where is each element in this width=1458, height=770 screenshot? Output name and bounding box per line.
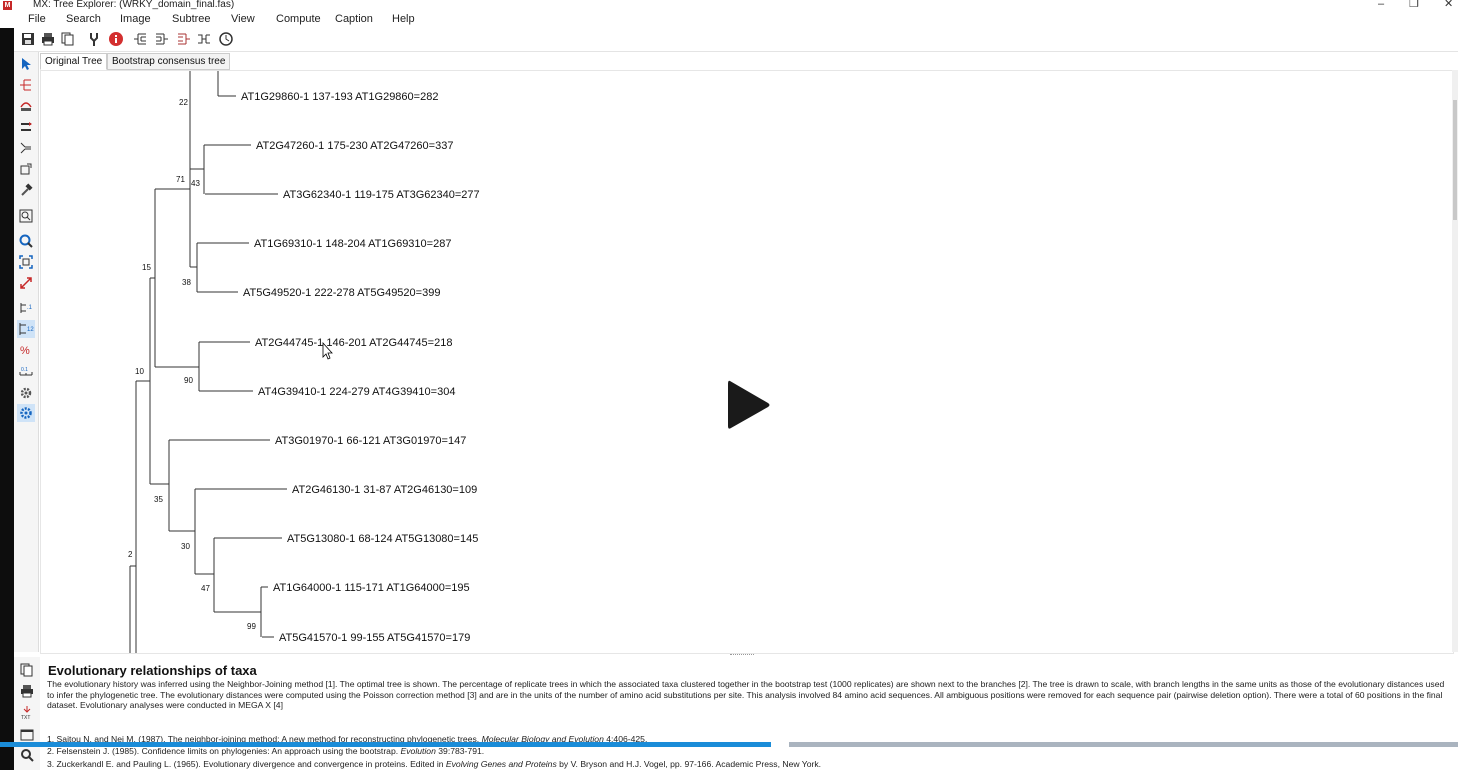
subtree-icon[interactable] [19, 162, 33, 176]
branch-length-icon[interactable]: .1 [19, 301, 33, 315]
taxon-label[interactable]: AT3G62340-1 119-175 AT3G62340=277 [283, 189, 480, 201]
taxon-label[interactable]: AT5G13080-1 68-124 AT5G13080=145 [287, 533, 478, 545]
tree-canvas[interactable]: AT1G29860-1 137-193 AT1G29860=282 AT2G472… [40, 70, 1454, 654]
percent-icon[interactable]: % [19, 343, 33, 357]
menu-subtree[interactable]: Subtree [172, 12, 211, 26]
restore-button[interactable]: ❐ [1409, 0, 1419, 10]
taxon-label[interactable]: AT1G64000-1 115-171 AT1G64000=195 [273, 582, 470, 594]
svg-text:12: 12 [27, 327, 34, 333]
menu-help[interactable]: Help [392, 12, 415, 26]
reference-item: 2. Felsenstein J. (1985). Confidence lim… [47, 746, 485, 757]
taxon-label[interactable]: AT1G29860-1 137-193 AT1G29860=282 [241, 91, 438, 103]
phylogenetic-tree[interactable]: AT1G29860-1 137-193 AT1G29860=282 AT2G472… [41, 71, 1453, 653]
bootstrap-value[interactable]: 22 [179, 98, 188, 107]
menu-caption[interactable]: Caption [335, 12, 373, 26]
caption-toolbar: TXT [14, 657, 41, 770]
tree-style-icon-3[interactable] [176, 31, 192, 47]
svg-text:%: % [20, 345, 30, 357]
taxon-label[interactable]: AT2G44745-1 146-201 AT2G44745=218 [255, 337, 452, 349]
taxon-label[interactable]: AT3G01970-1 66-121 AT3G01970=147 [275, 435, 466, 447]
clock-icon[interactable] [218, 31, 234, 47]
tab-original-tree[interactable]: Original Tree [40, 53, 108, 70]
close-button[interactable]: ✕ [1444, 0, 1453, 10]
taxon-label[interactable]: AT5G49520-1 222-278 AT5G49520=399 [243, 287, 440, 299]
tree-vertical-scrollbar[interactable] [1452, 70, 1458, 652]
menu-bar: File Search Image Subtree View Compute C… [0, 11, 1458, 28]
save-icon[interactable] [20, 31, 36, 47]
taxon-label[interactable]: AT1G69310-1 148-204 AT1G69310=287 [254, 238, 451, 250]
bootstrap-value[interactable]: 35 [154, 495, 163, 504]
left-edge-strip [0, 0, 14, 770]
export-txt-icon[interactable]: TXT [20, 705, 34, 721]
caption-body: The evolutionary history was inferred us… [47, 679, 1445, 711]
copy-icon[interactable] [20, 663, 34, 677]
search-text-icon[interactable] [19, 209, 33, 223]
caption-panel: Evolutionary relationships of taxa The e… [40, 657, 1458, 770]
bootstrap-value[interactable]: 47 [201, 584, 210, 593]
copy-icon[interactable] [60, 31, 76, 47]
taxon-label[interactable]: AT4G39410-1 224-279 AT4G39410=304 [258, 386, 455, 398]
play-icon[interactable] [726, 378, 772, 432]
svg-text:.1: .1 [27, 305, 33, 311]
menu-view[interactable]: View [231, 12, 255, 26]
taxon-label[interactable]: AT2G47260-1 175-230 AT2G47260=337 [256, 140, 453, 152]
scale-bar-icon[interactable]: 0.1 [19, 365, 33, 379]
root-icon[interactable] [19, 78, 33, 92]
taxon-label[interactable]: AT2G46130-1 31-87 AT2G46130=109 [292, 484, 477, 496]
swap-icon[interactable] [19, 120, 33, 134]
zoom-icon[interactable] [20, 748, 34, 762]
bootstrap-value[interactable]: 71 [176, 175, 185, 184]
reference-item: 3. Zuckerkandl E. and Pauling L. (1965).… [47, 758, 822, 769]
menu-search[interactable]: Search [66, 12, 101, 26]
options-icon[interactable] [86, 31, 102, 47]
bootstrap-value[interactable]: 10 [135, 367, 144, 376]
tree-style-icon-4[interactable] [196, 31, 212, 47]
svg-text:0.1: 0.1 [21, 367, 28, 373]
bootstrap-value[interactable]: 90 [184, 376, 193, 385]
caption-title: Evolutionary relationships of taxa [48, 663, 257, 678]
settings-active-icon[interactable] [17, 404, 35, 422]
hammer-icon[interactable] [19, 183, 33, 197]
select-pointer-icon[interactable] [19, 57, 33, 71]
menu-compute[interactable]: Compute [276, 12, 321, 26]
print-icon[interactable] [20, 684, 34, 698]
reference-list: 1. Saitou N. and Nei M. (1987). The neig… [47, 733, 1449, 770]
flip-icon[interactable] [19, 99, 33, 113]
minimize-button[interactable]: – [1378, 0, 1384, 10]
menu-file[interactable]: File [28, 12, 46, 26]
svg-text:TXT: TXT [21, 715, 30, 721]
compress-icon[interactable] [19, 141, 33, 155]
bootstrap-value[interactable]: 30 [181, 542, 190, 551]
window-title: MX: Tree Explorer: (WRKY_domain_final.fa… [33, 0, 235, 10]
bootstrap-value[interactable]: 2 [128, 550, 133, 559]
info-icon[interactable] [108, 31, 124, 47]
video-progress-fill[interactable] [0, 742, 771, 747]
bootstrap-value[interactable]: 38 [182, 278, 191, 287]
tree-style-icon-2[interactable] [154, 31, 170, 47]
scrollbar-thumb[interactable] [1453, 100, 1457, 220]
print-icon[interactable] [40, 31, 56, 47]
bootstrap-value[interactable]: 99 [247, 622, 256, 631]
tool-sidebar: .1 12 % 0.1 [14, 52, 39, 652]
resize-icon[interactable] [19, 276, 33, 290]
tab-bootstrap-consensus[interactable]: Bootstrap consensus tree [107, 53, 231, 70]
title-bar: M MX: Tree Explorer: (WRKY_domain_final.… [0, 0, 1458, 11]
taxon-label[interactable]: AT5G41570-1 99-155 AT5G41570=179 [279, 632, 470, 644]
app-icon: M [3, 1, 12, 10]
video-progress-handle-gap [771, 742, 789, 747]
zoom-icon[interactable] [19, 234, 33, 248]
toolbar [14, 29, 1458, 52]
bootstrap-icon[interactable]: 12 [17, 320, 35, 338]
settings-gear-icon[interactable] [19, 386, 33, 400]
fit-window-icon[interactable] [19, 255, 33, 269]
bootstrap-value[interactable]: 43 [191, 179, 200, 188]
menu-image[interactable]: Image [120, 12, 151, 26]
tree-style-icon-1[interactable] [132, 31, 148, 47]
bootstrap-value[interactable]: 15 [142, 263, 151, 272]
window-icon[interactable] [20, 728, 34, 742]
